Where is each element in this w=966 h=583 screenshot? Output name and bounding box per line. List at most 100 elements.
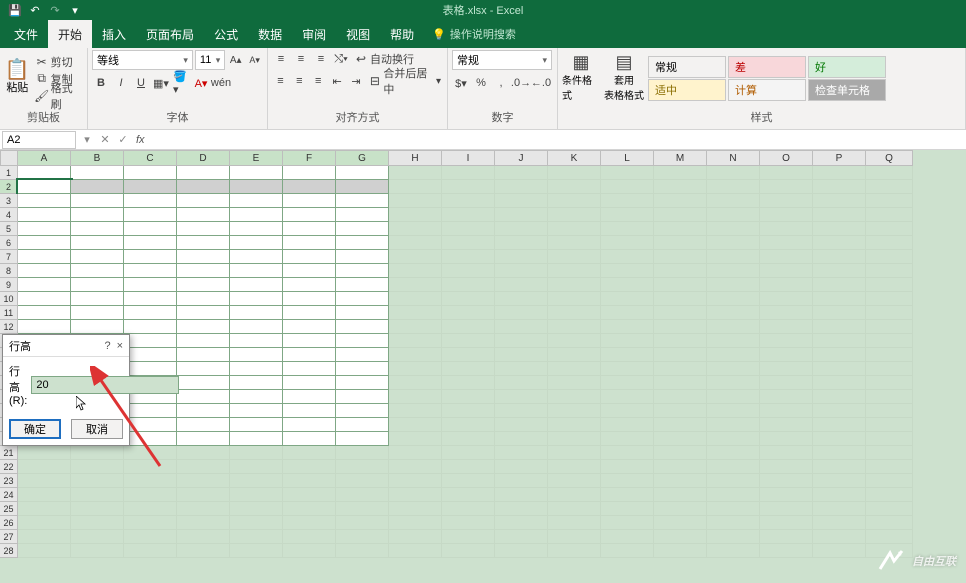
cell[interactable]	[654, 362, 707, 376]
cell[interactable]	[389, 502, 442, 516]
cell[interactable]	[707, 278, 760, 292]
cell[interactable]	[177, 334, 230, 348]
cell[interactable]	[442, 320, 495, 334]
cell[interactable]	[760, 418, 813, 432]
font-name-combo[interactable]: 等线	[92, 50, 193, 70]
border-button[interactable]: ▦▾	[152, 74, 170, 92]
dialog-titlebar[interactable]: 行高 ? ×	[3, 335, 129, 357]
cell[interactable]	[283, 502, 336, 516]
cell[interactable]	[18, 474, 71, 488]
cell[interactable]	[336, 460, 389, 474]
cell[interactable]	[601, 474, 654, 488]
cell[interactable]	[230, 306, 283, 320]
cell[interactable]	[71, 460, 124, 474]
cell[interactable]	[654, 208, 707, 222]
indent-decrease-icon[interactable]: ⇤	[329, 72, 346, 90]
cell[interactable]	[389, 530, 442, 544]
indent-increase-icon[interactable]: ⇥	[348, 72, 365, 90]
cell[interactable]	[230, 474, 283, 488]
cell[interactable]	[336, 250, 389, 264]
cell[interactable]	[548, 292, 601, 306]
cell[interactable]	[601, 292, 654, 306]
cell[interactable]	[389, 180, 442, 194]
cell[interactable]	[389, 348, 442, 362]
cell[interactable]	[495, 250, 548, 264]
cell[interactable]	[495, 194, 548, 208]
cell[interactable]	[548, 348, 601, 362]
bold-button[interactable]: B	[92, 74, 110, 92]
row-header[interactable]: 21	[0, 446, 18, 460]
cell[interactable]	[548, 446, 601, 460]
cell[interactable]	[230, 530, 283, 544]
cell[interactable]	[601, 334, 654, 348]
cell[interactable]	[442, 334, 495, 348]
cell[interactable]	[442, 530, 495, 544]
cell[interactable]	[813, 446, 866, 460]
cell[interactable]	[283, 194, 336, 208]
cell[interactable]	[336, 432, 389, 446]
cell[interactable]	[760, 530, 813, 544]
cell[interactable]	[230, 362, 283, 376]
cell[interactable]	[866, 376, 913, 390]
cell[interactable]	[283, 278, 336, 292]
cell[interactable]	[177, 222, 230, 236]
col-header[interactable]: L	[601, 150, 654, 166]
cell[interactable]	[866, 474, 913, 488]
menu-tab-0[interactable]: 文件	[4, 20, 48, 49]
cell[interactable]	[760, 362, 813, 376]
col-header[interactable]: I	[442, 150, 495, 166]
cell[interactable]	[601, 488, 654, 502]
cell[interactable]	[813, 460, 866, 474]
cell[interactable]	[442, 278, 495, 292]
cell[interactable]	[177, 320, 230, 334]
cell[interactable]	[760, 390, 813, 404]
cell[interactable]	[177, 250, 230, 264]
cell[interactable]	[389, 544, 442, 558]
cell[interactable]	[495, 474, 548, 488]
cell[interactable]	[71, 516, 124, 530]
cell[interactable]	[548, 334, 601, 348]
col-header[interactable]: J	[495, 150, 548, 166]
cell[interactable]	[389, 166, 442, 180]
cell[interactable]	[760, 306, 813, 320]
cell[interactable]	[71, 320, 124, 334]
cell[interactable]	[124, 362, 177, 376]
cell[interactable]	[177, 474, 230, 488]
cell[interactable]	[707, 376, 760, 390]
cell[interactable]	[866, 166, 913, 180]
cell[interactable]	[124, 460, 177, 474]
cell[interactable]	[654, 250, 707, 264]
cell[interactable]	[230, 278, 283, 292]
cell[interactable]	[707, 264, 760, 278]
cell[interactable]	[813, 502, 866, 516]
cell[interactable]	[707, 334, 760, 348]
cancel-button[interactable]: 取消	[71, 419, 123, 439]
cell[interactable]	[283, 222, 336, 236]
cell[interactable]	[707, 180, 760, 194]
cell[interactable]	[813, 348, 866, 362]
cell[interactable]	[18, 222, 71, 236]
row-height-input[interactable]	[31, 376, 179, 394]
row-header[interactable]: 23	[0, 474, 18, 488]
cell[interactable]	[442, 418, 495, 432]
cell[interactable]	[760, 432, 813, 446]
cell[interactable]	[495, 530, 548, 544]
namebox-dropdown-icon[interactable]: ▾	[78, 131, 96, 149]
cell[interactable]	[177, 208, 230, 222]
cell[interactable]	[230, 166, 283, 180]
cell[interactable]	[177, 306, 230, 320]
cell[interactable]	[18, 446, 71, 460]
cell[interactable]	[760, 194, 813, 208]
cell[interactable]	[495, 488, 548, 502]
cell[interactable]	[230, 264, 283, 278]
italic-button[interactable]: I	[112, 74, 130, 92]
cell[interactable]	[177, 418, 230, 432]
cell[interactable]	[283, 334, 336, 348]
cell[interactable]	[601, 320, 654, 334]
row-header[interactable]: 25	[0, 502, 18, 516]
cell[interactable]	[18, 194, 71, 208]
cell[interactable]	[548, 362, 601, 376]
cell[interactable]	[495, 348, 548, 362]
cell[interactable]	[495, 418, 548, 432]
cell[interactable]	[866, 362, 913, 376]
